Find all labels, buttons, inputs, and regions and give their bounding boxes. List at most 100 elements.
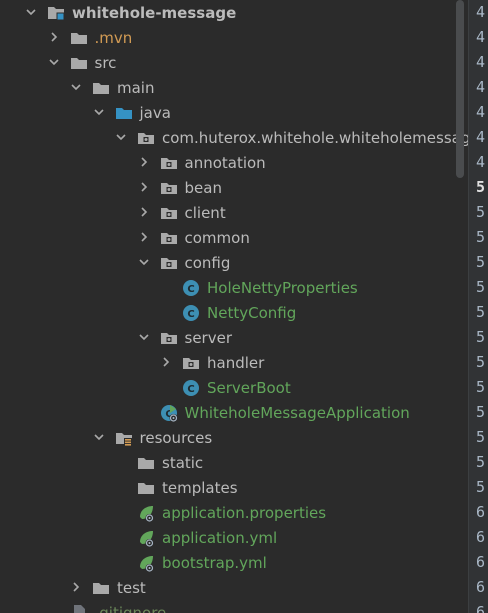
chevron-right-icon[interactable] — [160, 350, 172, 375]
tree-item-label: bootstrap.yml — [162, 554, 267, 572]
tree-item-resources[interactable]: resources — [0, 425, 468, 450]
package-icon — [159, 228, 179, 248]
package-icon — [159, 203, 179, 223]
line-number: 5 — [476, 178, 486, 196]
line-number: 6 — [476, 528, 486, 546]
svg-text:C: C — [187, 309, 194, 320]
folder-icon — [136, 453, 156, 473]
chevron-down-icon[interactable] — [138, 250, 150, 275]
package-icon — [159, 328, 179, 348]
tree-item-label: client — [184, 204, 226, 222]
folder-icon — [91, 78, 111, 98]
line-number: 5 — [476, 203, 486, 221]
tree-item-serverboot[interactable]: C ServerBoot — [0, 375, 468, 400]
chevron-down-icon[interactable] — [70, 75, 82, 100]
svg-text:C: C — [187, 284, 194, 295]
tree-item-whitehole-message[interactable]: whitehole-message — [0, 0, 468, 25]
tree-item-nettyconfig[interactable]: C NettyConfig — [0, 300, 468, 325]
line-number: 4 — [476, 28, 486, 46]
package-icon — [181, 353, 201, 373]
line-number: 5 — [476, 278, 486, 296]
chevron-down-icon[interactable] — [138, 325, 150, 350]
chevron-right-icon[interactable] — [138, 175, 150, 200]
line-number: 6 — [476, 578, 486, 596]
line-number: 6 — [476, 603, 486, 613]
tree-item-label: ServerBoot — [207, 379, 291, 397]
spring-config-icon — [136, 553, 156, 573]
chevron-right-icon[interactable] — [70, 575, 82, 600]
line-number: 4 — [476, 3, 486, 21]
tree-item-label: HoleNettyProperties — [207, 279, 358, 297]
module-folder-icon — [46, 3, 66, 23]
tree-item-annotation[interactable]: annotation — [0, 150, 468, 175]
chevron-right-icon[interactable] — [138, 200, 150, 225]
chevron-down-icon[interactable] — [93, 425, 105, 450]
line-number: 4 — [476, 128, 486, 146]
tree-item-root-package[interactable]: com.huterox.whitehole.whiteholemessage — [0, 125, 468, 150]
line-number: 5 — [476, 478, 486, 496]
tree-item-gitignore[interactable]: .gitignore — [0, 600, 468, 613]
tree-item-label: WhiteholeMessageApplication — [184, 404, 410, 422]
tree-item-label: bean — [184, 179, 222, 197]
line-number: 4 — [476, 53, 486, 71]
line-number: 5 — [476, 353, 486, 371]
line-number: 5 — [476, 303, 486, 321]
resources-folder-icon — [114, 428, 134, 448]
chevron-right-icon[interactable] — [48, 25, 60, 50]
package-icon — [159, 253, 179, 273]
tree-item-main[interactable]: main — [0, 75, 468, 100]
line-number: 6 — [476, 553, 486, 571]
tree-item-application-yml[interactable]: application.yml — [0, 525, 468, 550]
line-number: 5 — [476, 453, 486, 471]
tree-item-holenettyproperties[interactable]: C HoleNettyProperties — [0, 275, 468, 300]
source-root-icon — [114, 103, 134, 123]
package-icon — [159, 178, 179, 198]
line-number: 4 — [476, 153, 486, 171]
tree-item-mvn[interactable]: .mvn — [0, 25, 468, 50]
chevron-down-icon[interactable] — [48, 50, 60, 75]
tree-item-java[interactable]: java — [0, 100, 468, 125]
tree-item-common[interactable]: common — [0, 225, 468, 250]
tree-item-label: application.properties — [162, 504, 327, 522]
tree-item-label: templates — [162, 479, 238, 497]
tree-scrollbar[interactable] — [456, 0, 464, 178]
tree-item-static[interactable]: static — [0, 450, 468, 475]
package-icon — [136, 128, 156, 148]
line-number: 5 — [476, 428, 486, 446]
folder-icon — [91, 578, 111, 598]
tree-item-label: static — [162, 454, 204, 472]
folder-icon — [136, 478, 156, 498]
tree-item-handler[interactable]: handler — [0, 350, 468, 375]
tree-item-label: .mvn — [94, 29, 133, 47]
tree-item-templates[interactable]: templates — [0, 475, 468, 500]
tree-item-whiteholemessageapplication[interactable]: C WhiteholeMessageApplication — [0, 400, 468, 425]
tree-item-application-properties[interactable]: application.properties — [0, 500, 468, 525]
spring-config-icon — [136, 503, 156, 523]
tree-item-src[interactable]: src — [0, 50, 468, 75]
tree-item-label: common — [184, 229, 250, 247]
tree-item-label: test — [117, 579, 146, 597]
tree-item-label: config — [184, 254, 231, 272]
tree-item-client[interactable]: client — [0, 200, 468, 225]
folder-icon — [69, 53, 89, 73]
editor-line-gutter: 4 4 4 4 4 4 4 5 5 5 5 5 5 5 5 5 5 5 5 5 6 6 6 6 6 — [468, 0, 488, 613]
chevron-down-icon[interactable] — [93, 100, 105, 125]
chevron-down-icon[interactable] — [25, 0, 37, 25]
tree-item-label: src — [94, 54, 117, 72]
line-number: 6 — [476, 503, 486, 521]
class-icon: C — [181, 278, 201, 298]
tree-item-bean[interactable]: bean — [0, 175, 468, 200]
chevron-right-icon[interactable] — [138, 150, 150, 175]
tree-item-server[interactable]: server — [0, 325, 468, 350]
tree-item-test[interactable]: test — [0, 575, 468, 600]
project-tree[interactable]: whitehole-message .mvn src main java com.hute… — [0, 0, 468, 613]
tree-item-label: application.yml — [162, 529, 278, 547]
tree-item-label: .gitignore — [94, 604, 167, 613]
svg-text:C: C — [187, 384, 194, 395]
chevron-down-icon[interactable] — [115, 125, 127, 150]
spring-config-icon — [136, 528, 156, 548]
chevron-right-icon[interactable] — [138, 225, 150, 250]
tree-item-config[interactable]: config — [0, 250, 468, 275]
tree-item-bootstrap-yml[interactable]: bootstrap.yml — [0, 550, 468, 575]
line-number: 4 — [476, 78, 486, 96]
